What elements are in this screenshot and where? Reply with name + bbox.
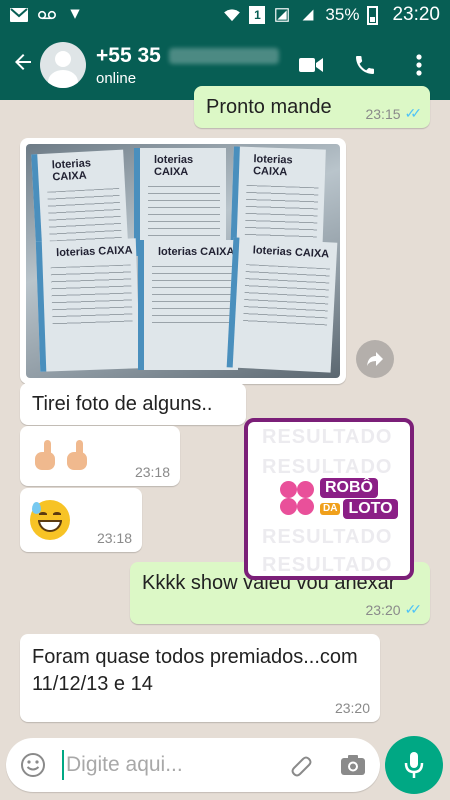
sim-icon: 1 <box>249 6 266 24</box>
message-input[interactable] <box>66 753 266 777</box>
message-time: 23:20 <box>334 700 370 716</box>
video-call-button[interactable] <box>298 52 324 78</box>
message-time: 23:15 <box>365 105 401 122</box>
logo-text-loto: LOTO <box>343 499 398 519</box>
camera-icon <box>341 755 365 775</box>
microphone-icon <box>404 752 424 778</box>
forward-button[interactable] <box>356 340 394 378</box>
contact-status: online <box>96 69 137 87</box>
avatar[interactable] <box>40 42 86 88</box>
gmail-icon <box>10 8 28 22</box>
watermark-overlay: RESULTADO RESULTADO RESULTADO RESULTADO … <box>244 418 414 580</box>
smiley-icon <box>21 753 45 777</box>
watermark-text: RESULTADO <box>262 426 393 448</box>
message-meta: 23:15 ✓✓ <box>365 105 423 122</box>
paperclip-icon <box>291 756 312 777</box>
message-bubble-outgoing[interactable]: Pronto mande 23:15 ✓✓ <box>194 86 430 128</box>
message-bubble-incoming[interactable]: 23:18 <box>20 488 142 552</box>
phone-icon <box>356 56 374 74</box>
status-bar: 1 35% 23:20 <box>0 0 450 30</box>
message-meta: 23:18 <box>97 530 132 546</box>
back-arrow-icon[interactable] <box>6 49 40 81</box>
battery-percent: 35% <box>325 5 360 24</box>
status-time: 23:20 <box>392 4 440 25</box>
voice-message-button[interactable] <box>385 736 443 794</box>
message-meta: 23:20 <box>335 700 370 716</box>
message-time: 23:18 <box>96 530 132 546</box>
watermark-text: RESULTADO <box>262 456 393 478</box>
message-text: Foram quase todos premiados...com 11/12/… <box>32 646 358 695</box>
lottery-tickets-photo[interactable]: loterias CAIXA loterias CAIXA loterias C… <box>26 144 340 378</box>
message-text: Tirei foto de alguns.. <box>32 393 213 415</box>
more-options-button[interactable] <box>406 52 432 78</box>
battery-icon <box>367 5 379 25</box>
more-vert-icon <box>416 54 422 76</box>
camera-button[interactable] <box>338 750 368 780</box>
chat-area[interactable]: Pronto mande 23:15 ✓✓ loterias CAIXA lot… <box>0 86 450 722</box>
emoji-button[interactable] <box>18 750 48 780</box>
message-composer <box>0 720 450 800</box>
share-arrow-icon <box>367 352 383 366</box>
pointing-up-emoji <box>32 440 96 478</box>
message-bubble-incoming[interactable]: 23:18 <box>20 426 180 486</box>
app-notification-icon <box>70 9 80 19</box>
logo-text-da: DA <box>320 503 341 515</box>
watermark-text: RESULTADO <box>262 554 393 576</box>
sweat-smile-emoji <box>30 500 70 540</box>
message-text: Pronto mande <box>206 96 332 118</box>
message-meta: 23:18 <box>135 464 170 480</box>
image-message[interactable]: loterias CAIXA loterias CAIXA loterias C… <box>20 138 346 384</box>
signal-icon <box>275 8 290 22</box>
message-time: 23:20 <box>365 601 401 618</box>
text-cursor <box>62 750 64 780</box>
message-meta: 23:20 ✓✓ <box>365 601 423 618</box>
wifi-icon <box>224 9 241 22</box>
contact-name: +55 35 <box>96 44 279 68</box>
read-receipt-icon: ✓✓ <box>404 601 423 617</box>
blurred-number <box>168 47 279 64</box>
message-bubble-incoming[interactable]: Foram quase todos premiados...com 11/12/… <box>20 634 380 722</box>
logo-text-robo: ROBÔ <box>320 478 378 498</box>
clover-icon <box>280 480 316 517</box>
voicemail-icon <box>38 10 56 20</box>
attach-button[interactable] <box>286 750 316 780</box>
voice-call-button[interactable] <box>352 52 378 78</box>
watermark-text: RESULTADO <box>262 526 393 548</box>
contact-info[interactable]: +55 35 online <box>96 44 279 87</box>
message-time: 23:18 <box>134 464 170 480</box>
message-input-container <box>6 738 380 792</box>
read-receipt-icon: ✓✓ <box>404 105 423 121</box>
signal-icon-2 <box>302 9 314 21</box>
video-camera-icon <box>299 58 323 72</box>
message-bubble-incoming[interactable]: Tirei foto de alguns.. <box>20 383 246 425</box>
robo-da-loto-logo: ROBÔ DA LOTO <box>280 478 398 519</box>
